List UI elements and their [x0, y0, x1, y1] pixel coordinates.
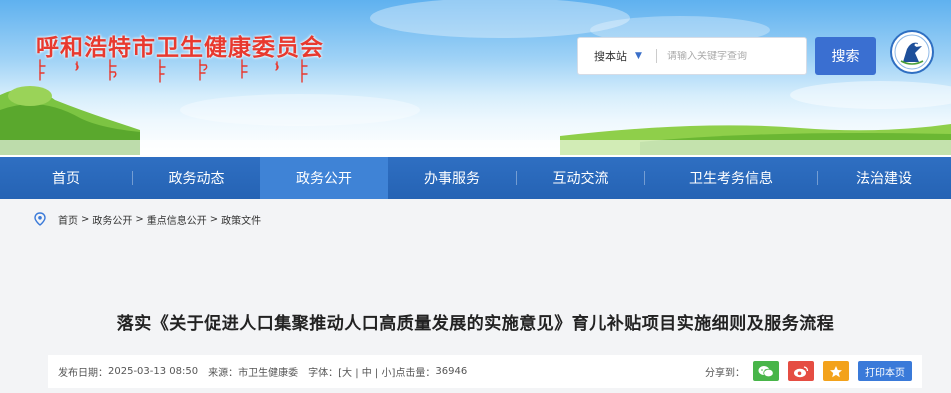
share-area: 分享到： 打印本页	[705, 361, 912, 381]
nav-item-label: 政务公开	[296, 171, 352, 187]
nav-item-services[interactable]: 办事服务	[388, 157, 516, 199]
site-title: 呼和浩特市卫生健康委员会	[36, 35, 324, 61]
search-scope-label: 搜本站	[594, 50, 627, 63]
nav-item-rule-of-law[interactable]: 法治建设	[818, 157, 950, 199]
search-box: 搜本站 ▼	[577, 37, 807, 75]
font-size-label: 字体：	[308, 368, 339, 379]
search-divider	[656, 49, 657, 63]
breadcrumb: 首页 > 政务公开 > 重点信息公开 > 政策文件	[0, 199, 951, 239]
favorite-button[interactable]	[823, 361, 849, 381]
share-label: 分享到：	[705, 367, 745, 379]
chevron-down-icon: ▼	[635, 51, 642, 61]
search-button[interactable]: 搜索	[815, 37, 876, 75]
hits-label: 点击量：	[395, 368, 436, 379]
nav-item-home[interactable]: 首页	[0, 157, 132, 199]
nav-item-label: 法治建设	[856, 171, 912, 187]
star-icon	[830, 365, 842, 377]
breadcrumb-item-home[interactable]: 首页	[58, 212, 78, 227]
share-wechat-button[interactable]	[753, 361, 779, 381]
nav-item-government-disclosure[interactable]: 政务公开	[260, 157, 388, 199]
share-weibo-button[interactable]	[788, 361, 814, 381]
nav-item-label: 首页	[52, 171, 80, 187]
article-meta-bar: 发布日期： 2025-03-13 08:50 来源： 市卫生健康委 字体： [大…	[48, 355, 922, 388]
source-label: 来源：	[208, 368, 239, 379]
main-nav: 首页 政务动态 政务公开 办事服务 互动交流 卫生考务信息 法治建设	[0, 157, 951, 199]
weibo-icon	[794, 365, 809, 377]
breadcrumb-separator: >	[81, 213, 90, 225]
accessibility-logo-icon[interactable]	[889, 29, 935, 75]
nav-item-label: 卫生考务信息	[689, 171, 773, 187]
publish-date-label: 发布日期：	[58, 368, 108, 379]
nav-item-government-news[interactable]: 政务动态	[133, 157, 260, 199]
location-pin-icon	[34, 212, 46, 226]
hits-count: 36946	[435, 366, 468, 377]
nav-item-label: 政务动态	[168, 171, 225, 187]
nav-item-label: 互动交流	[552, 171, 609, 187]
font-size-options[interactable]: [大 | 中 | 小]	[338, 364, 395, 379]
search-scope-select[interactable]: 搜本站 ▼	[578, 48, 656, 64]
nav-item-label: 办事服务	[424, 171, 480, 187]
breadcrumb-item-key-info[interactable]: 重点信息公开	[147, 212, 207, 227]
publish-date: 2025-03-13 08:50	[108, 366, 199, 377]
mongolian-script-title	[39, 59, 308, 83]
breadcrumb-item-policy-files[interactable]: 政策文件	[221, 212, 261, 227]
article-title: 落实《关于促进人口集聚推动人口高质量发展的实施意见》育儿补贴项目实施细则及服务流…	[116, 314, 835, 334]
search-input[interactable]	[667, 50, 797, 62]
breadcrumb-item-disclosure[interactable]: 政务公开	[92, 212, 132, 227]
print-page-button[interactable]: 打印本页	[858, 361, 912, 381]
breadcrumb-separator: >	[135, 213, 144, 225]
source-value: 市卫生健康委	[238, 368, 299, 379]
breadcrumb-separator: >	[209, 213, 219, 225]
nav-item-health-exam-info[interactable]: 卫生考务信息	[645, 157, 817, 199]
nav-item-interaction[interactable]: 互动交流	[517, 157, 644, 199]
header-banner: 呼和浩特市卫生健康委员会 搜本站 ▼ 搜索	[0, 0, 951, 155]
wechat-icon	[758, 365, 774, 377]
